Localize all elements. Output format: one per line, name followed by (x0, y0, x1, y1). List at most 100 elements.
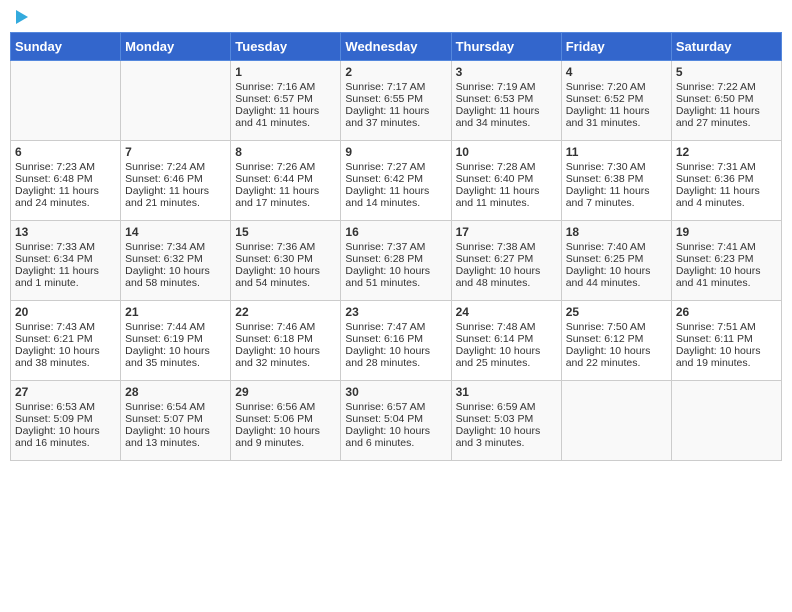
daylight-text: Daylight: 11 hours and 34 minutes. (456, 105, 540, 129)
day-cell: 19Sunrise: 7:41 AMSunset: 6:23 PMDayligh… (671, 221, 781, 301)
sunset-text: Sunset: 6:53 PM (456, 93, 534, 105)
day-number: 13 (15, 225, 116, 239)
sunrise-text: Sunrise: 7:36 AM (235, 241, 315, 253)
sunset-text: Sunset: 6:30 PM (235, 253, 313, 265)
header-row: Sunday Monday Tuesday Wednesday Thursday… (11, 33, 782, 61)
daylight-text: Daylight: 10 hours and 16 minutes. (15, 425, 100, 449)
page-header (10, 10, 782, 24)
sunset-text: Sunset: 6:44 PM (235, 173, 313, 185)
sunset-text: Sunset: 6:14 PM (456, 333, 534, 345)
daylight-text: Daylight: 11 hours and 27 minutes. (676, 105, 760, 129)
sunset-text: Sunset: 6:42 PM (345, 173, 423, 185)
sunset-text: Sunset: 6:57 PM (235, 93, 313, 105)
day-cell: 29Sunrise: 6:56 AMSunset: 5:06 PMDayligh… (231, 381, 341, 461)
day-number: 4 (566, 65, 667, 79)
col-wednesday: Wednesday (341, 33, 451, 61)
day-number: 22 (235, 305, 336, 319)
daylight-text: Daylight: 10 hours and 58 minutes. (125, 265, 210, 289)
sunrise-text: Sunrise: 6:57 AM (345, 401, 425, 413)
day-cell (11, 61, 121, 141)
sunrise-text: Sunrise: 7:22 AM (676, 81, 756, 93)
week-row-5: 27Sunrise: 6:53 AMSunset: 5:09 PMDayligh… (11, 381, 782, 461)
sunrise-text: Sunrise: 7:24 AM (125, 161, 205, 173)
daylight-text: Daylight: 11 hours and 31 minutes. (566, 105, 650, 129)
day-number: 28 (125, 385, 226, 399)
sunset-text: Sunset: 5:09 PM (15, 413, 93, 425)
day-number: 24 (456, 305, 557, 319)
sunset-text: Sunset: 6:21 PM (15, 333, 93, 345)
day-cell (671, 381, 781, 461)
day-cell: 17Sunrise: 7:38 AMSunset: 6:27 PMDayligh… (451, 221, 561, 301)
sunrise-text: Sunrise: 7:37 AM (345, 241, 425, 253)
sunrise-text: Sunrise: 7:43 AM (15, 321, 95, 333)
day-cell: 16Sunrise: 7:37 AMSunset: 6:28 PMDayligh… (341, 221, 451, 301)
sunrise-text: Sunrise: 7:48 AM (456, 321, 536, 333)
day-number: 11 (566, 145, 667, 159)
daylight-text: Daylight: 11 hours and 41 minutes. (235, 105, 319, 129)
sunrise-text: Sunrise: 6:59 AM (456, 401, 536, 413)
day-cell: 7Sunrise: 7:24 AMSunset: 6:46 PMDaylight… (121, 141, 231, 221)
daylight-text: Daylight: 11 hours and 4 minutes. (676, 185, 760, 209)
col-friday: Friday (561, 33, 671, 61)
day-number: 2 (345, 65, 446, 79)
daylight-text: Daylight: 11 hours and 11 minutes. (456, 185, 540, 209)
sunrise-text: Sunrise: 7:20 AM (566, 81, 646, 93)
day-number: 5 (676, 65, 777, 79)
day-cell: 13Sunrise: 7:33 AMSunset: 6:34 PMDayligh… (11, 221, 121, 301)
sunrise-text: Sunrise: 7:27 AM (345, 161, 425, 173)
calendar-table: Sunday Monday Tuesday Wednesday Thursday… (10, 32, 782, 461)
week-row-3: 13 Sunrise: 7:33 AMSunset: 6:34 PM Dayligh… (11, 221, 782, 301)
day-number: 25 (566, 305, 667, 319)
sunrise-text: Sunrise: 7:51 AM (676, 321, 756, 333)
day-number: 20 (15, 305, 116, 319)
day-cell: 4 Sunrise: 7:20 AMSunset: 6:52 PMDaylight… (561, 61, 671, 141)
col-thursday: Thursday (451, 33, 561, 61)
daylight-text: Daylight: 11 hours and 37 minutes. (345, 105, 429, 129)
day-cell: 9 Sunrise: 7:27 AMSunset: 6:42 PMDaylight… (341, 141, 451, 221)
day-number: 8 (235, 145, 336, 159)
sunrise-text: Sunrise: 7:33 AM (15, 241, 95, 253)
daylight-text: Daylight: 10 hours and 25 minutes. (456, 345, 541, 369)
day-number: 23 (345, 305, 446, 319)
sunset-text: Sunset: 6:52 PM (566, 93, 644, 105)
daylight-text: Daylight: 10 hours and 41 minutes. (676, 265, 761, 289)
sunset-text: Sunset: 6:25 PM (566, 253, 644, 265)
sunset-text: Sunset: 6:34 PM (15, 253, 93, 265)
day-cell: 31Sunrise: 6:59 AMSunset: 5:03 PMDayligh… (451, 381, 561, 461)
day-cell: 22Sunrise: 7:46 AMSunset: 6:18 PMDayligh… (231, 301, 341, 381)
day-cell: 5 Sunrise: 7:22 AMSunset: 6:50 PMDaylight… (671, 61, 781, 141)
day-cell: 15Sunrise: 7:36 AMSunset: 6:30 PMDayligh… (231, 221, 341, 301)
day-cell: 8Sunrise: 7:26 AMSunset: 6:44 PMDaylight… (231, 141, 341, 221)
sunrise-text: Sunrise: 7:31 AM (676, 161, 756, 173)
sunrise-text: Sunrise: 7:38 AM (456, 241, 536, 253)
daylight-text: Daylight: 10 hours and 32 minutes. (235, 345, 320, 369)
sunset-text: Sunset: 6:40 PM (456, 173, 534, 185)
daylight-text: Daylight: 10 hours and 19 minutes. (676, 345, 761, 369)
day-number: 9 (345, 145, 446, 159)
day-number: 3 (456, 65, 557, 79)
day-number: 18 (566, 225, 667, 239)
day-number: 29 (235, 385, 336, 399)
sunrise-text: Sunrise: 7:44 AM (125, 321, 205, 333)
sunrise-text: Sunrise: 7:28 AM (456, 161, 536, 173)
sunset-text: Sunset: 5:03 PM (456, 413, 534, 425)
sunset-text: Sunset: 6:46 PM (125, 173, 203, 185)
day-cell: 26Sunrise: 7:51 AMSunset: 6:11 PMDayligh… (671, 301, 781, 381)
day-cell: 23Sunrise: 7:47 AMSunset: 6:16 PMDayligh… (341, 301, 451, 381)
day-cell: 25Sunrise: 7:50 AMSunset: 6:12 PMDayligh… (561, 301, 671, 381)
sunrise-text: Sunrise: 6:53 AM (15, 401, 95, 413)
sunset-text: Sunset: 6:18 PM (235, 333, 313, 345)
daylight-text: Daylight: 10 hours and 6 minutes. (345, 425, 430, 449)
day-cell: 30Sunrise: 6:57 AMSunset: 5:04 PMDayligh… (341, 381, 451, 461)
day-cell: 27Sunrise: 6:53 AMSunset: 5:09 PMDayligh… (11, 381, 121, 461)
sunrise-text: Sunrise: 7:50 AM (566, 321, 646, 333)
daylight-text: Daylight: 11 hours and 14 minutes. (345, 185, 429, 209)
sunset-text: Sunset: 6:48 PM (15, 173, 93, 185)
sunset-text: Sunset: 6:50 PM (676, 93, 754, 105)
daylight-text: Daylight: 10 hours and 28 minutes. (345, 345, 430, 369)
daylight-text: Daylight: 10 hours and 13 minutes. (125, 425, 210, 449)
sunrise-text: Sunrise: 7:34 AM (125, 241, 205, 253)
sunset-text: Sunset: 6:36 PM (676, 173, 754, 185)
day-cell: 11Sunrise: 7:30 AMSunset: 6:38 PMDayligh… (561, 141, 671, 221)
week-row-1: 1Sunrise: 7:16 AMSunset: 6:57 PMDaylight… (11, 61, 782, 141)
